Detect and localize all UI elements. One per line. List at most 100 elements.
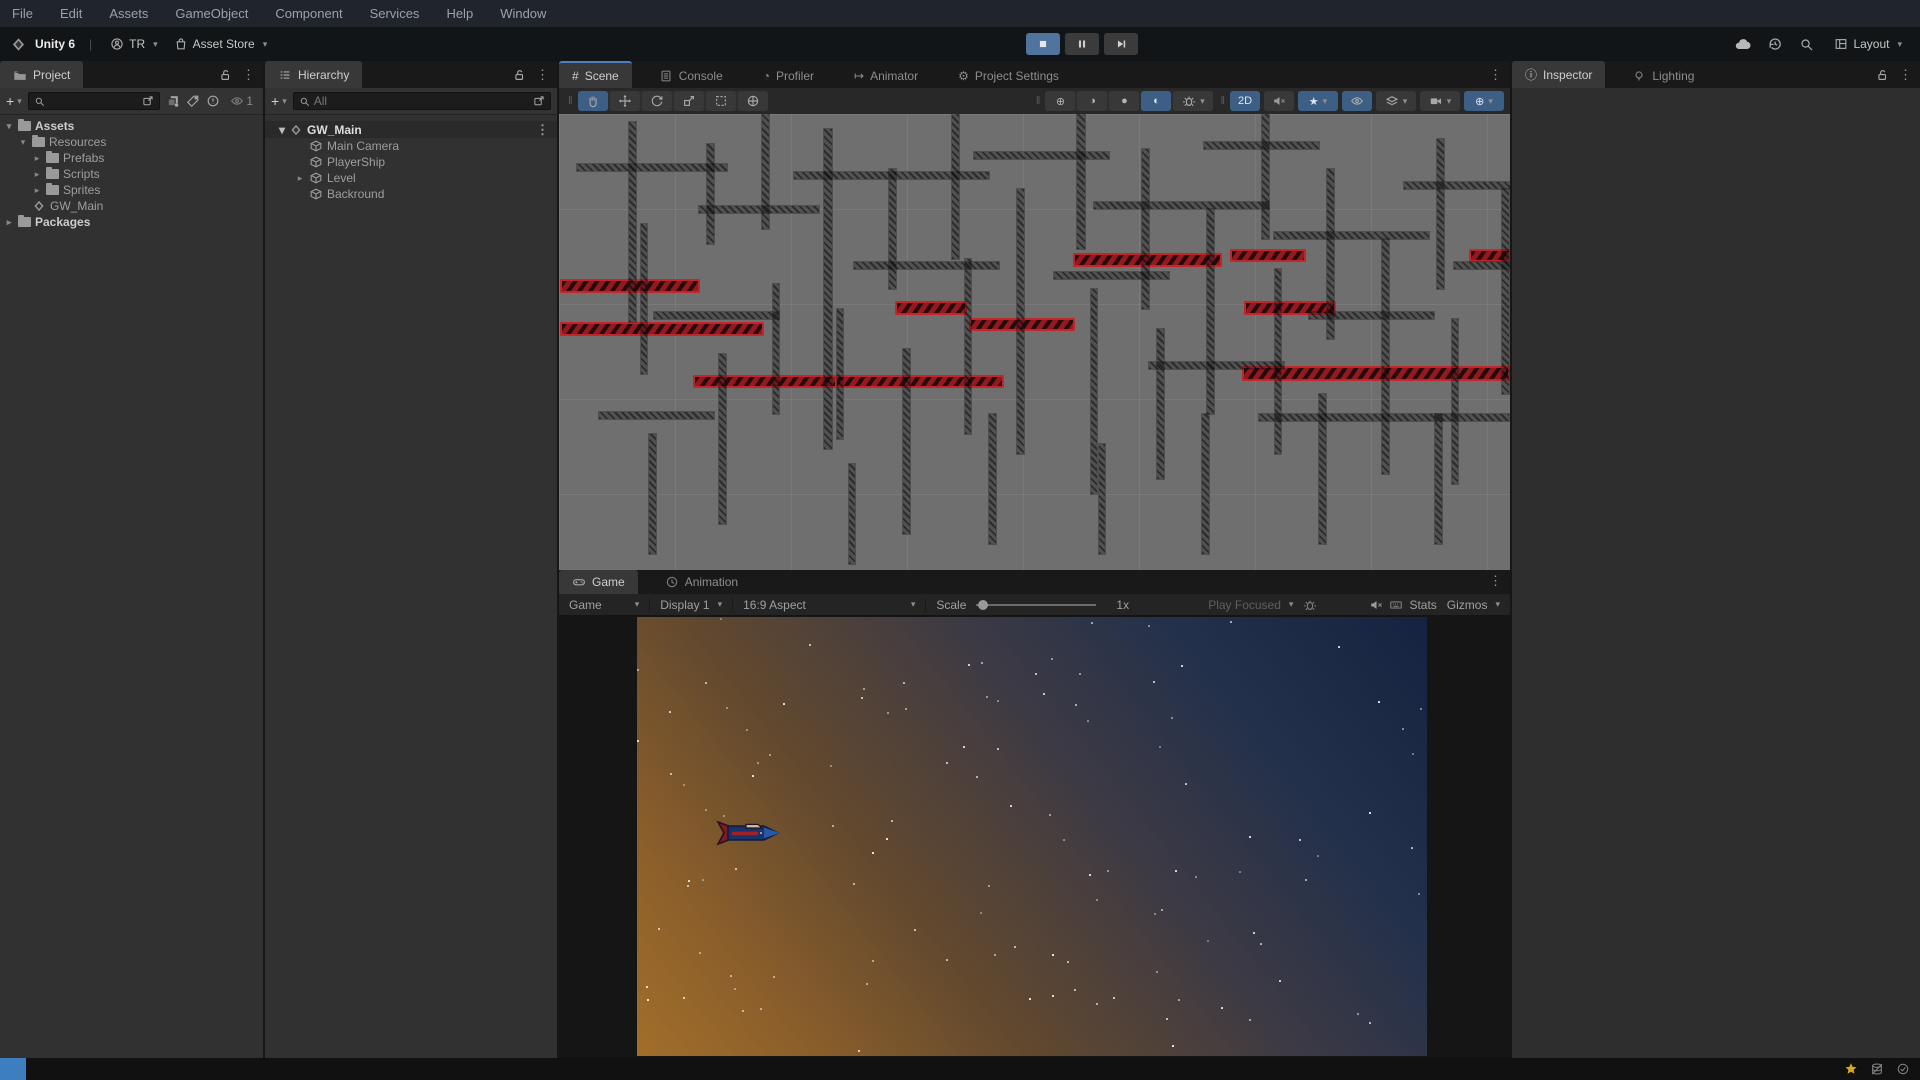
2d-mode-button[interactable]: 2D: [1230, 91, 1260, 111]
draw-mode-button[interactable]: ⊕: [1045, 91, 1075, 111]
play-focused-dropdown[interactable]: Play Focused▾: [1204, 598, 1297, 612]
shaded-wireframe-button[interactable]: ◑: [1077, 91, 1107, 111]
hierarchy-item-main-camera[interactable]: Main Camera: [265, 138, 557, 154]
project-search-input[interactable]: [28, 92, 161, 110]
hidden-count[interactable]: 1: [226, 94, 257, 108]
transform-tool-button[interactable]: [738, 91, 768, 111]
rotate-tool-button[interactable]: [642, 91, 672, 111]
menu-component[interactable]: Component: [275, 6, 342, 21]
create-object-button[interactable]: +▾: [271, 93, 287, 109]
tab-hierarchy[interactable]: Hierarchy: [265, 61, 362, 88]
aspect-dropdown[interactable]: 16:9 Aspect▾: [739, 598, 919, 612]
tab-animator[interactable]: ↦ Animator: [841, 63, 931, 88]
background-tasks-icon[interactable]: [1896, 1062, 1910, 1076]
lock-icon[interactable]: [512, 68, 526, 82]
camera-dropdown[interactable]: ▾: [1420, 91, 1460, 111]
open-search-window-icon[interactable]: [142, 95, 154, 107]
display-dropdown[interactable]: Display 1▾: [656, 598, 726, 612]
cloud-icon[interactable]: [1734, 36, 1751, 53]
lock-icon[interactable]: [218, 68, 232, 82]
debug-draw-dropdown[interactable]: ▾: [1173, 91, 1213, 111]
layers-dropdown[interactable]: ▾: [1376, 91, 1416, 111]
panel-menu-icon[interactable]: ⋮: [1899, 67, 1912, 83]
open-search-window-icon[interactable]: [533, 95, 545, 107]
tab-scene[interactable]: # Scene: [559, 61, 632, 88]
tree-item-prefabs[interactable]: ▸Prefabs: [0, 150, 263, 166]
asset-store-dropdown[interactable]: Asset Store▾: [170, 37, 272, 51]
effects-dropdown[interactable]: ★▾: [1298, 91, 1338, 111]
tab-game[interactable]: Game: [559, 570, 638, 594]
play-button[interactable]: [1026, 33, 1060, 55]
scene-menu-icon[interactable]: ⋮: [536, 122, 557, 138]
label-icon[interactable]: [186, 94, 200, 108]
tree-item-resources[interactable]: ▾Resources: [0, 134, 263, 150]
project-panel: Project ⋮ +▾ 1 ▾Assets: [0, 61, 263, 1058]
stats-button[interactable]: Stats: [1409, 598, 1436, 612]
invalid-results-icon[interactable]: [206, 94, 220, 108]
tab-project-settings[interactable]: ⚙ Project Settings: [945, 63, 1072, 88]
game-target-dropdown[interactable]: Game▾: [565, 598, 643, 612]
hand-tool-button[interactable]: [578, 91, 608, 111]
move-tool-button[interactable]: [610, 91, 640, 111]
pause-button[interactable]: [1065, 33, 1099, 55]
tab-project[interactable]: Project: [0, 61, 83, 88]
tab-console[interactable]: Console: [646, 63, 736, 88]
create-asset-button[interactable]: +▾: [6, 93, 22, 109]
filter-type-icon[interactable]: [166, 94, 180, 108]
toolbar-drag-handle[interactable]: ‖: [1217, 95, 1226, 107]
lighting-toggle-button[interactable]: ●: [1109, 91, 1139, 111]
scene-canvas[interactable]: ‖ ▦ ◯ ◈: [559, 114, 1510, 570]
game-viewport[interactable]: [637, 617, 1427, 1056]
scene-lighting-button[interactable]: ◐: [1141, 91, 1171, 111]
toolbar-drag-handle[interactable]: ‖: [565, 95, 574, 107]
menu-edit[interactable]: Edit: [60, 6, 82, 21]
tab-animation[interactable]: Animation: [652, 570, 751, 594]
star: [1035, 673, 1037, 675]
panel-menu-icon[interactable]: ⋮: [1489, 67, 1502, 83]
tree-item-scripts[interactable]: ▸Scripts: [0, 166, 263, 182]
panel-menu-icon[interactable]: ⋮: [536, 67, 549, 83]
scene-visibility-button[interactable]: [1342, 91, 1372, 111]
tab-inspector[interactable]: ⓘ Inspector: [1512, 61, 1605, 88]
menu-gameobject[interactable]: GameObject: [175, 6, 248, 21]
scale-slider[interactable]: [976, 604, 1096, 606]
toolbar-drag-handle[interactable]: ‖: [1033, 95, 1042, 107]
tree-item-sprites[interactable]: ▸Sprites: [0, 182, 263, 198]
star: [735, 868, 737, 870]
hierarchy-search-input[interactable]: All: [293, 92, 551, 110]
step-button[interactable]: [1104, 33, 1138, 55]
menu-help[interactable]: Help: [446, 6, 473, 21]
tab-lighting[interactable]: Lighting: [1619, 63, 1707, 88]
hierarchy-item-level[interactable]: ▸ Level: [265, 170, 557, 186]
star: [1049, 814, 1051, 816]
gizmos-dropdown[interactable]: ⊕▾: [1464, 91, 1504, 111]
debug-bug-icon[interactable]: [1303, 598, 1317, 612]
layout-dropdown[interactable]: Layout▾: [1830, 37, 1906, 51]
menu-services[interactable]: Services: [370, 6, 420, 21]
scale-tool-button[interactable]: [674, 91, 704, 111]
burst-warning-icon[interactable]: [1844, 1062, 1858, 1076]
gizmos-dropdown[interactable]: Gizmos▾: [1443, 598, 1504, 612]
tab-profiler[interactable]: ◔ Profiler: [750, 63, 827, 88]
menu-window[interactable]: Window: [500, 6, 546, 21]
cache-server-icon[interactable]: [1870, 1062, 1884, 1076]
tree-item-gwmain-scene[interactable]: GW_Main: [0, 198, 263, 214]
star: [1067, 961, 1069, 963]
hierarchy-item-backround[interactable]: Backround: [265, 186, 557, 202]
search-icon[interactable]: [1799, 37, 1814, 52]
panel-menu-icon[interactable]: ⋮: [242, 67, 255, 83]
audio-mute-button[interactable]: [1264, 91, 1294, 111]
metrics-keyboard-icon[interactable]: [1389, 598, 1403, 612]
tree-item-packages[interactable]: ▸Packages: [0, 214, 263, 230]
rect-tool-button[interactable]: [706, 91, 736, 111]
undo-history-icon[interactable]: [1767, 36, 1783, 52]
menu-file[interactable]: File: [12, 6, 33, 21]
account-dropdown[interactable]: TR▾: [106, 37, 162, 51]
hierarchy-scene-gwmain[interactable]: ▾ GW_Main ⋮: [265, 121, 557, 138]
lock-icon[interactable]: [1875, 68, 1889, 82]
panel-menu-icon[interactable]: ⋮: [1489, 573, 1502, 589]
hierarchy-item-playership[interactable]: PlayerShip: [265, 154, 557, 170]
menu-assets[interactable]: Assets: [109, 6, 148, 21]
mute-audio-icon[interactable]: [1369, 598, 1383, 612]
tree-item-assets[interactable]: ▾Assets: [0, 118, 263, 134]
